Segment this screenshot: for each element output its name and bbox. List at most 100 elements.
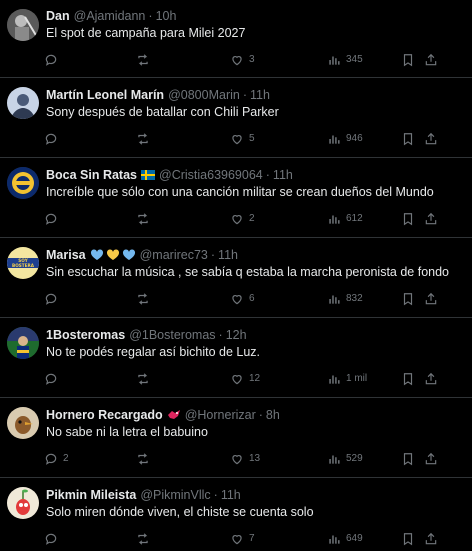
views-button[interactable]: 529: [327, 452, 363, 466]
retweet-button[interactable]: [136, 292, 155, 306]
like-button[interactable]: 13: [230, 452, 260, 466]
bookmark-button[interactable]: [401, 532, 415, 546]
retweet-button[interactable]: [136, 53, 155, 67]
separator-dot: ·: [210, 247, 216, 262]
reply-button[interactable]: [44, 532, 63, 546]
author-name[interactable]: Boca Sin Ratas: [46, 167, 137, 183]
bookmark-button[interactable]: [401, 292, 415, 306]
share-button[interactable]: [424, 452, 438, 466]
timestamp[interactable]: 11h: [218, 247, 238, 263]
avatar[interactable]: [7, 327, 39, 359]
views-button[interactable]: 345: [327, 53, 363, 67]
share-button[interactable]: [424, 53, 438, 67]
share-button[interactable]: [424, 292, 438, 306]
heart-icon: [232, 215, 242, 225]
tweet[interactable]: Boca Sin Ratas @Cristia63969064 · 11h In…: [0, 158, 472, 238]
author-name[interactable]: Dan: [46, 8, 70, 24]
like-button[interactable]: 2: [230, 212, 255, 226]
timestamp[interactable]: 8h: [266, 407, 280, 423]
author-handle[interactable]: @Cristia63969064: [159, 167, 263, 183]
timestamp[interactable]: 12h: [226, 327, 247, 343]
like-count: 6: [249, 293, 255, 304]
tweet[interactable]: Hornero Recargado @Hornerizar · 8h No sa…: [0, 398, 472, 478]
author-handle[interactable]: @marirec73: [140, 247, 208, 263]
retweet-button[interactable]: [136, 372, 155, 386]
avatar[interactable]: [7, 487, 39, 519]
author-name[interactable]: Pikmin Mileista: [46, 487, 136, 503]
reply-button[interactable]: [44, 372, 63, 386]
action-bar: 5 946: [44, 130, 464, 148]
avatar[interactable]: [7, 407, 39, 439]
tweet[interactable]: Martín Leonel Marín @0800Marin · 11h Son…: [0, 78, 472, 158]
tweet-text: Solo miren dónde viven, el chiste se cue…: [46, 505, 314, 519]
reply-button[interactable]: [44, 53, 63, 67]
author-handle[interactable]: @Ajamidann: [74, 8, 146, 24]
reply-icon: [45, 533, 57, 545]
like-count: 3: [249, 54, 255, 65]
tweet[interactable]: Dan @Ajamidann · 10h El spot de campaña …: [0, 0, 472, 78]
bookmark-button[interactable]: [401, 372, 415, 386]
like-count: 7: [249, 533, 255, 544]
retweet-button[interactable]: [136, 132, 155, 146]
like-button[interactable]: 7: [230, 532, 255, 546]
retweet-icon: [138, 293, 148, 305]
author-handle[interactable]: @1Bosteromas: [129, 327, 215, 343]
bookmark-button[interactable]: [401, 212, 415, 226]
avatar[interactable]: SOY BOSTERA: [7, 247, 39, 279]
author-handle[interactable]: @PikminVllc: [140, 487, 210, 503]
timestamp[interactable]: 10h: [156, 8, 177, 24]
views-button[interactable]: 832: [327, 292, 363, 306]
timestamp[interactable]: 11h: [273, 167, 293, 183]
bookmark-button[interactable]: [401, 452, 415, 466]
timestamp[interactable]: 11h: [250, 87, 270, 103]
svg-text:BOSTERA: BOSTERA: [12, 263, 35, 268]
share-button[interactable]: [424, 532, 438, 546]
views-count: 529: [346, 453, 363, 464]
heart-icon: [232, 535, 242, 545]
bookmark-button[interactable]: [401, 132, 415, 146]
avatar[interactable]: [7, 87, 39, 119]
views-button[interactable]: 649: [327, 532, 363, 546]
share-button[interactable]: [424, 132, 438, 146]
like-button[interactable]: 5: [230, 132, 255, 146]
retweet-button[interactable]: [136, 452, 155, 466]
bird-icon: [167, 409, 181, 421]
author-handle[interactable]: @0800Marin: [168, 87, 240, 103]
author-name[interactable]: 1Bosteromas: [46, 327, 125, 343]
views-button[interactable]: 1 mil: [327, 372, 367, 386]
like-count: 12: [249, 373, 261, 384]
share-icon: [425, 132, 437, 145]
avatar[interactable]: [7, 9, 39, 41]
bookmark-icon: [403, 373, 413, 386]
author-name[interactable]: Marisa: [46, 247, 86, 263]
views-button[interactable]: 612: [327, 212, 363, 226]
share-button[interactable]: [424, 212, 438, 226]
like-button[interactable]: 12: [230, 372, 260, 386]
bookmark-icon: [403, 54, 413, 67]
tweet[interactable]: Pikmin Mileista @PikminVllc · 11h Solo m…: [0, 478, 472, 551]
action-bar: 7 649: [44, 530, 464, 548]
share-button[interactable]: [424, 372, 438, 386]
tweet[interactable]: SOY BOSTERA Marisa @marirec73 · 11h Sin e…: [0, 238, 472, 318]
reply-button[interactable]: 2: [44, 452, 69, 466]
bookmark-button[interactable]: [401, 53, 415, 67]
reply-button[interactable]: [44, 292, 63, 306]
views-button[interactable]: 946: [327, 132, 363, 146]
author-handle[interactable]: @Hornerizar: [185, 407, 256, 423]
separator-dot: ·: [148, 8, 153, 23]
reply-button[interactable]: [44, 132, 63, 146]
tweet-text: El spot de campaña para Milei 2027: [46, 26, 246, 40]
like-button[interactable]: 3: [230, 53, 255, 67]
action-bar: 6 832: [44, 290, 464, 308]
like-button[interactable]: 6: [230, 292, 255, 306]
reply-button[interactable]: [44, 212, 63, 226]
views-count: 1 mil: [346, 373, 368, 384]
author-name[interactable]: Martín Leonel Marín: [46, 87, 164, 103]
tweet[interactable]: 1Bosteromas @1Bosteromas · 12h No te pod…: [0, 318, 472, 398]
retweet-button[interactable]: [136, 532, 155, 546]
author-name[interactable]: Hornero Recargado: [46, 407, 163, 423]
avatar[interactable]: [7, 167, 39, 199]
timestamp[interactable]: 11h: [221, 487, 241, 503]
retweet-button[interactable]: [136, 212, 155, 226]
reply-feed: Dan @Ajamidann · 10h El spot de campaña …: [0, 0, 472, 551]
